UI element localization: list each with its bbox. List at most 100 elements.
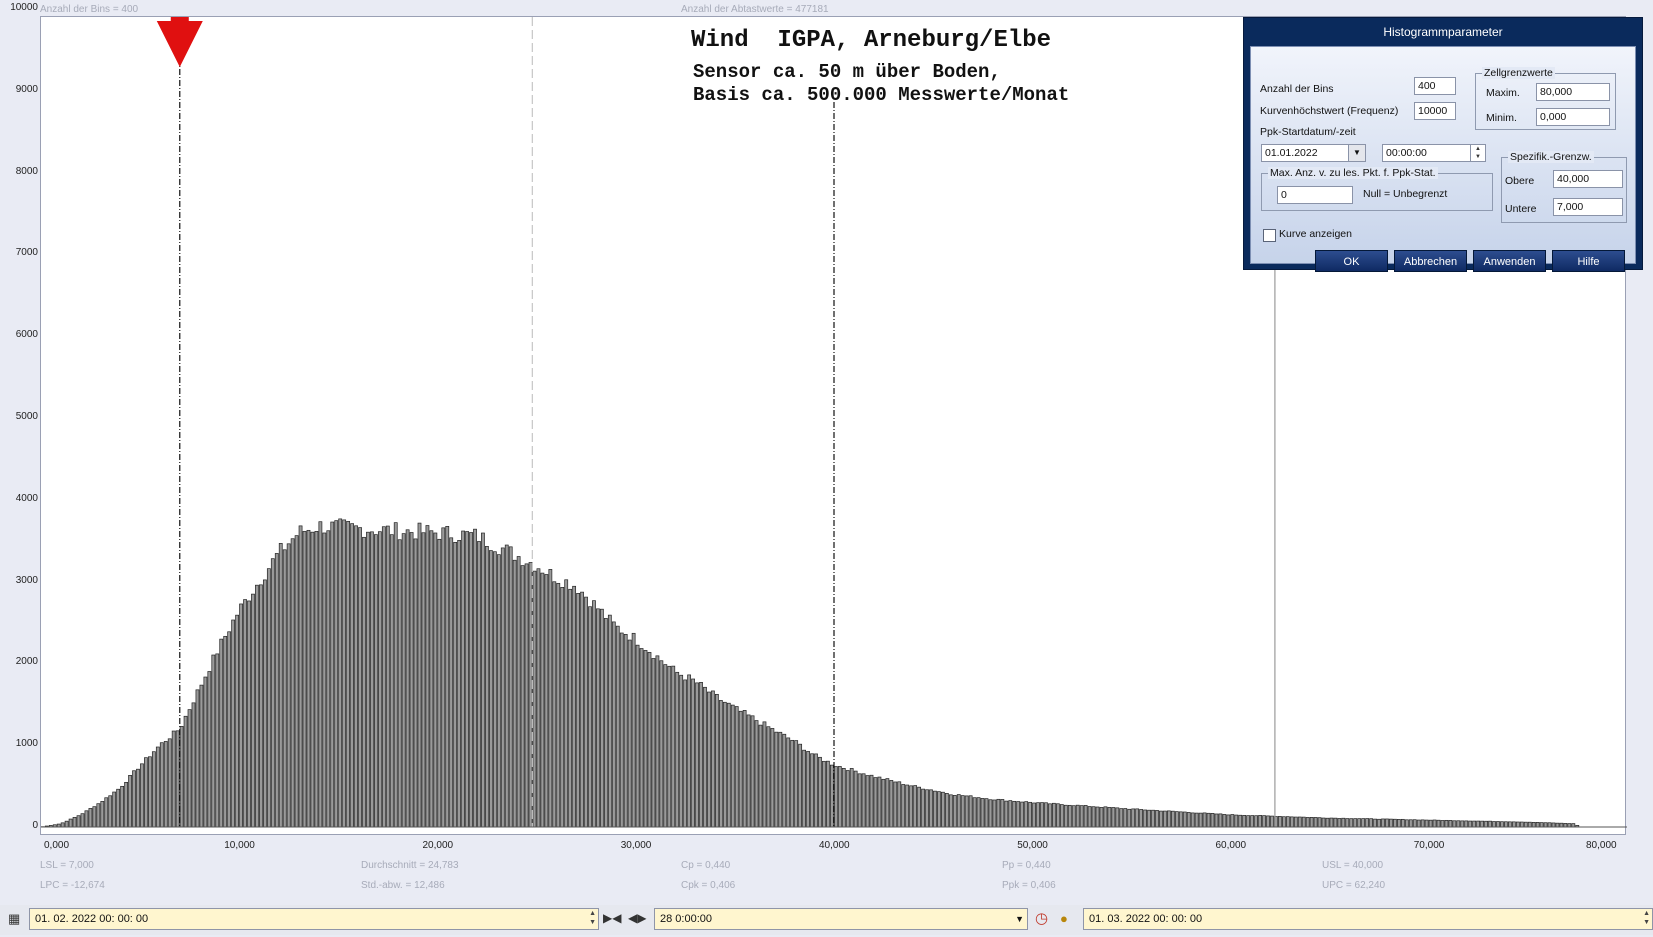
histogram-bar <box>409 532 414 828</box>
histogram-bar <box>1099 807 1104 828</box>
histogram-bar <box>722 701 727 828</box>
histogram-bar <box>1230 814 1235 828</box>
histogram-bar <box>1123 808 1128 828</box>
histogram-bar <box>358 527 362 828</box>
histogram-bar <box>1040 802 1044 828</box>
histogram-bar <box>1559 822 1564 828</box>
duration-select[interactable]: 28 0:00:00 ▼ <box>654 908 1028 930</box>
histogram-bar <box>1186 812 1191 828</box>
histogram-bar <box>1345 818 1350 828</box>
histogram-bar <box>1139 809 1144 828</box>
dialog-title: Histogrammparameter <box>1383 25 1503 39</box>
histogram-bar <box>992 799 997 828</box>
shrink-range-icon[interactable]: ▶◀ <box>603 911 621 925</box>
histogram-bar <box>445 526 450 828</box>
histogram-bar <box>897 781 902 828</box>
histogram-bar <box>481 532 485 828</box>
histogram-bar <box>996 798 1001 828</box>
histogram-bar <box>453 542 458 828</box>
histogram-bar <box>1543 822 1548 828</box>
bins-input[interactable]: 400 <box>1414 77 1456 95</box>
histogram-bar <box>885 778 890 828</box>
bins-label: Anzahl der Bins <box>1260 83 1334 95</box>
histogram-bar <box>718 700 723 828</box>
histogram-bar <box>1424 819 1429 828</box>
histogram-bar <box>1000 799 1005 828</box>
histogram-bar <box>603 618 608 828</box>
histogram-bar <box>167 738 172 828</box>
histogram-bar <box>350 523 354 828</box>
histogram-bar <box>861 773 866 828</box>
histogram-bar <box>500 547 505 828</box>
histogram-bar <box>1484 820 1488 828</box>
stat-usl: USL = 40,000 <box>1322 860 1384 871</box>
histogram-bar <box>1571 823 1576 828</box>
chart-title-line3: Basis ca. 500.000 Messwerte/Monat <box>693 84 1070 106</box>
max-input[interactable]: 80,000 <box>1536 83 1610 101</box>
histogram-bar <box>278 543 283 828</box>
histogram-bar <box>457 540 462 828</box>
apply-button[interactable]: Anwenden <box>1473 250 1546 272</box>
histogram-bar <box>1119 808 1124 828</box>
histogram-bar <box>262 579 267 828</box>
clock-icon[interactable]: ◷ <box>1035 909 1048 927</box>
histogram-bar <box>148 756 152 828</box>
histogram-bar <box>64 820 69 828</box>
histogram-bar <box>330 521 335 828</box>
histogram-bar <box>1420 819 1425 828</box>
histogram-bar <box>1365 818 1370 828</box>
start-spinner-icon[interactable]: ▲ ▼ <box>589 909 596 927</box>
histogram-bar <box>163 741 168 828</box>
min-input[interactable]: 0,000 <box>1536 108 1610 126</box>
x-tick-label: 70,000 <box>1413 840 1445 851</box>
histogram-bar <box>889 780 894 828</box>
histogram-bar <box>536 568 541 828</box>
peak-input[interactable]: 10000 <box>1414 102 1456 120</box>
histogram-bar <box>243 599 247 828</box>
y-tick-label: 8000 <box>15 165 38 177</box>
show-curve-checkbox[interactable] <box>1263 229 1276 242</box>
stat-lsl: LSL = 7,000 <box>40 860 94 871</box>
ppk-start-date-select[interactable]: 01.01.2022 ▼ <box>1261 144 1366 162</box>
histogram-bar <box>1293 816 1298 828</box>
cell-limits-title: Zellgrenzwerte <box>1482 67 1555 79</box>
expand-range-icon[interactable]: ◀▶ <box>628 911 646 925</box>
start-datetime-field[interactable]: 01. 02. 2022 00: 00: 00 ▲ ▼ <box>29 908 599 930</box>
max-points-title: Max. Anz. v. zu les. Pkt. f. Ppk-Stat. <box>1268 167 1438 179</box>
histogram-bar <box>1262 815 1266 828</box>
histogram-bar <box>1500 821 1504 828</box>
ok-button[interactable]: OK <box>1315 250 1388 272</box>
calendar-icon[interactable]: ▦ <box>8 911 20 927</box>
lsl-marker-triangle[interactable] <box>156 21 203 67</box>
dialog-body: Anzahl der Bins 400 Kurvenhöchstwert (Fr… <box>1250 46 1636 272</box>
chevron-down-icon[interactable]: ▼ <box>1015 909 1024 929</box>
histogram-bar <box>1305 817 1310 828</box>
y-tick-label: 5000 <box>15 411 38 422</box>
lock-icon[interactable]: ● <box>1060 911 1068 926</box>
end-spinner-icon[interactable]: ▲ ▼ <box>1643 909 1650 927</box>
time-spinner-icon[interactable]: ▲ ▼ <box>1470 145 1485 161</box>
histogram-bar <box>675 671 680 828</box>
cancel-button[interactable]: Abbrechen <box>1394 250 1467 272</box>
histogram-bar <box>611 621 616 828</box>
end-datetime-field[interactable]: 01. 03. 2022 00: 00: 00 ▲ ▼ <box>1083 908 1653 930</box>
histogram-bar <box>231 619 236 828</box>
chevron-down-icon[interactable]: ▼ <box>1348 145 1365 161</box>
histogram-bar <box>72 817 77 828</box>
histogram-bar <box>1476 820 1481 828</box>
histogram-bar <box>556 582 561 828</box>
histogram-bar <box>1083 805 1088 828</box>
histogram-bar <box>1523 821 1528 828</box>
histogram-bar <box>683 679 688 828</box>
histogram-bar <box>615 625 620 828</box>
max-points-input[interactable]: 0 <box>1277 186 1353 204</box>
help-button[interactable]: Hilfe <box>1552 250 1625 272</box>
histogram-bar <box>504 544 509 828</box>
start-datetime-value: 01. 02. 2022 00: 00: 00 <box>35 913 149 925</box>
histogram-bar <box>1258 815 1262 828</box>
upper-limit-input[interactable]: 40,000 <box>1553 170 1623 188</box>
histogram-bar <box>667 665 672 828</box>
histogram-bar <box>1278 816 1282 828</box>
lower-limit-input[interactable]: 7,000 <box>1553 198 1623 216</box>
ppk-start-time-input[interactable]: 00:00:00 ▲ ▼ <box>1382 144 1486 162</box>
